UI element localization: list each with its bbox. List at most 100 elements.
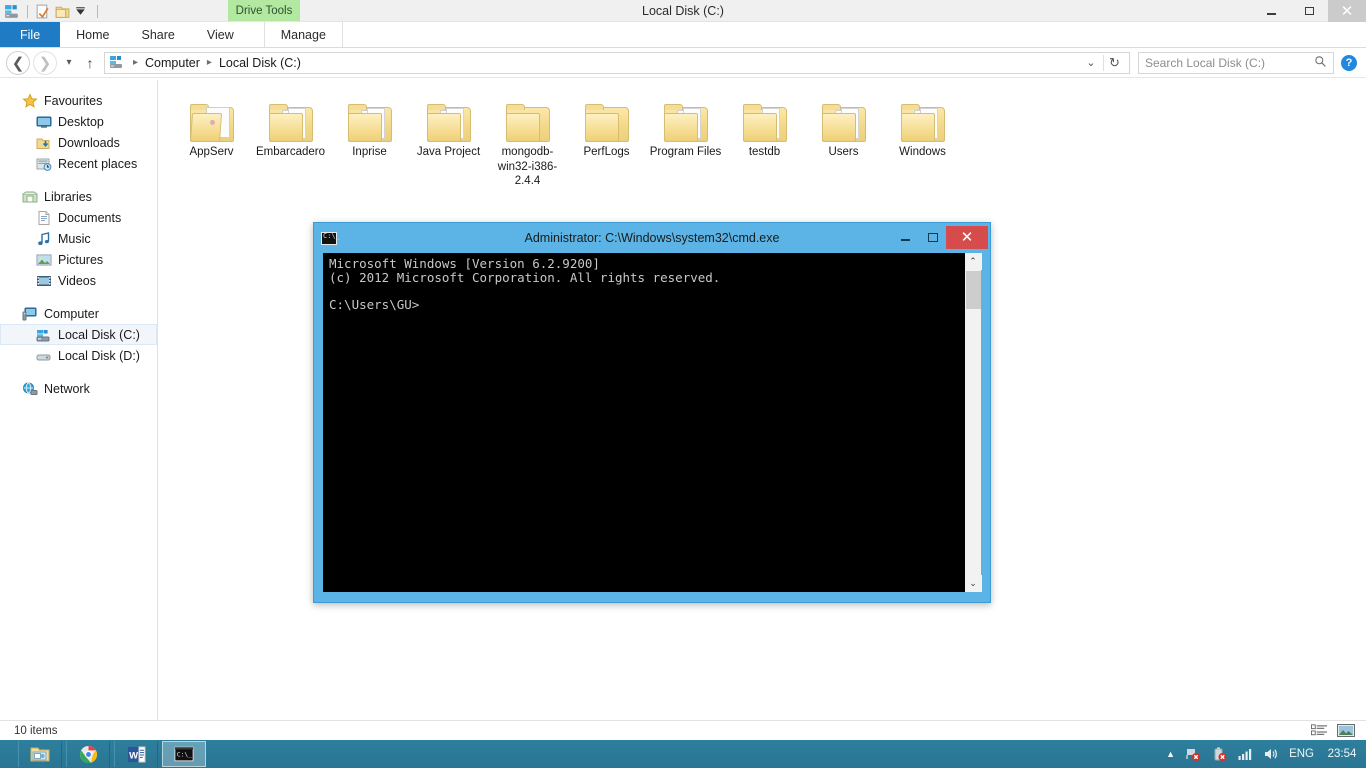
file-label: Embarcadero	[254, 145, 328, 160]
libraries-icon	[22, 189, 38, 205]
list-item[interactable]: Embarcadero	[251, 92, 330, 189]
folder-icon	[506, 104, 550, 142]
folder-icon	[901, 104, 945, 142]
sidebar-item-videos[interactable]: Videos	[0, 270, 157, 291]
folder-icon-wrap	[822, 96, 866, 142]
folder-icon	[190, 104, 234, 142]
breadcrumb-local-disk-c[interactable]: Local Disk (C:)	[216, 56, 304, 70]
details-view-button[interactable]	[1309, 722, 1329, 739]
sidebar-label: Documents	[58, 211, 121, 225]
file-label: Java Project	[412, 145, 486, 160]
window-title: Local Disk (C:)	[0, 0, 1366, 22]
cmd-console[interactable]: Microsoft Windows [Version 6.2.9200] (c)…	[323, 253, 981, 592]
sidebar-item-recent-places[interactable]: Recent places	[0, 153, 157, 174]
address-bar[interactable]: ▸ Computer ▸ Local Disk (C:) ⌄ ↻	[104, 52, 1130, 74]
list-item[interactable]: testdb	[725, 92, 804, 189]
back-button[interactable]: ❮	[6, 51, 30, 75]
show-hidden-icons-button[interactable]: ▲	[1166, 749, 1175, 759]
file-label: PerfLogs	[570, 145, 644, 160]
sidebar-item-downloads[interactable]: Downloads	[0, 132, 157, 153]
recent-places-icon	[36, 156, 52, 172]
sidebar-label: Computer	[44, 307, 99, 321]
tab-file[interactable]: File	[0, 22, 60, 47]
command-prompt-window[interactable]: Administrator: C:\Windows\system32\cmd.e…	[313, 222, 991, 603]
cmd-close-button[interactable]: ✕	[946, 226, 988, 249]
file-label: AppServ	[175, 145, 249, 160]
signal-icon[interactable]	[1237, 746, 1253, 762]
computer-breadcrumb-icon	[109, 54, 126, 71]
clock[interactable]: 23:54	[1324, 748, 1360, 760]
large-icons-view-button[interactable]	[1336, 722, 1356, 739]
minimize-button[interactable]	[1252, 0, 1290, 22]
tab-manage[interactable]: Manage	[264, 22, 343, 47]
help-icon: ?	[1341, 55, 1357, 71]
taskbar-cmd[interactable]: C:\_	[162, 741, 206, 767]
forward-button[interactable]: ❯	[33, 51, 57, 75]
cmd-maximize-button[interactable]	[919, 227, 946, 248]
address-dropdown-icon[interactable]: ⌄	[1081, 56, 1101, 69]
tab-share[interactable]: Share	[126, 22, 191, 47]
help-button[interactable]: ?	[1338, 55, 1360, 71]
file-label: Users	[807, 145, 881, 160]
tab-home[interactable]: Home	[60, 22, 125, 47]
cmd-scrollbar[interactable]: ⌃ ⌄	[964, 253, 981, 592]
cmd-title-bar[interactable]: Administrator: C:\Windows\system32\cmd.e…	[314, 223, 990, 253]
chrome-icon	[79, 745, 98, 764]
list-item[interactable]: AppServ	[172, 92, 251, 189]
folder-icon	[348, 104, 392, 142]
list-item[interactable]: Inprise	[330, 92, 409, 189]
search-icon[interactable]	[1314, 55, 1327, 71]
up-button[interactable]: ↑	[80, 52, 100, 74]
sidebar-item-local-disk-d[interactable]: Local Disk (D:)	[0, 345, 157, 366]
list-item[interactable]: PerfLogs	[567, 92, 646, 189]
sidebar-item-music[interactable]: Music	[0, 228, 157, 249]
nav-group-network: Network	[0, 378, 157, 399]
list-item[interactable]: Java Project	[409, 92, 488, 189]
sidebar-item-network[interactable]: Network	[0, 378, 157, 399]
scrollbar-thumb[interactable]	[966, 271, 981, 309]
scroll-up-icon[interactable]: ⌃	[965, 253, 982, 270]
sidebar-item-favourites[interactable]: Favourites	[0, 90, 157, 111]
maximize-button[interactable]	[1290, 0, 1328, 22]
system-tray: ▲ ENG 23:54	[1166, 746, 1360, 762]
sidebar-item-documents[interactable]: Documents	[0, 207, 157, 228]
scroll-down-icon[interactable]: ⌄	[965, 575, 982, 592]
list-item[interactable]: Users	[804, 92, 883, 189]
taskbar-chrome[interactable]	[66, 741, 110, 767]
folder-icon-wrap	[190, 96, 234, 142]
cmd-minimize-button[interactable]	[892, 227, 919, 248]
svg-text:C:\_: C:\_	[177, 752, 192, 759]
file-label: Program Files	[649, 145, 723, 160]
close-button[interactable]: ✕	[1328, 0, 1366, 22]
tab-view[interactable]: View	[191, 22, 250, 47]
cmd-taskbar-icon: C:\_	[174, 746, 194, 762]
language-indicator[interactable]: ENG	[1289, 748, 1314, 760]
sidebar-label: Pictures	[58, 253, 103, 267]
recent-locations-button[interactable]: ▾	[60, 52, 78, 74]
sidebar-item-pictures[interactable]: Pictures	[0, 249, 157, 270]
volume-icon[interactable]	[1263, 746, 1279, 762]
list-item[interactable]: Windows	[883, 92, 962, 189]
drive-icon	[36, 348, 52, 364]
search-input[interactable]: Search Local Disk (C:)	[1138, 52, 1334, 74]
breadcrumb-separator-1[interactable]: ▸	[131, 57, 140, 68]
battery-error-icon[interactable]	[1211, 746, 1227, 762]
folder-icon	[585, 104, 629, 142]
sidebar-item-desktop[interactable]: Desktop	[0, 111, 157, 132]
file-label: mongodb-win32-i386-2.4.4	[491, 145, 565, 189]
taskbar-file-explorer[interactable]	[18, 741, 62, 767]
breadcrumb-computer[interactable]: Computer	[142, 56, 203, 70]
folder-icon	[427, 104, 471, 142]
network-error-icon[interactable]	[1185, 746, 1201, 762]
navigation-pane: Favourites Desktop Downloads	[0, 80, 158, 720]
network-icon	[22, 381, 38, 397]
sidebar-item-local-disk-c[interactable]: Local Disk (C:)	[0, 324, 157, 345]
sidebar-item-libraries[interactable]: Libraries	[0, 186, 157, 207]
list-item[interactable]: mongodb-win32-i386-2.4.4	[488, 92, 567, 189]
breadcrumb-separator-2[interactable]: ▸	[205, 57, 214, 68]
taskbar-word[interactable]: W	[114, 741, 158, 767]
sidebar-label: Recent places	[58, 157, 137, 171]
refresh-icon[interactable]: ↻	[1103, 55, 1125, 71]
list-item[interactable]: Program Files	[646, 92, 725, 189]
sidebar-item-computer[interactable]: Computer	[0, 303, 157, 324]
